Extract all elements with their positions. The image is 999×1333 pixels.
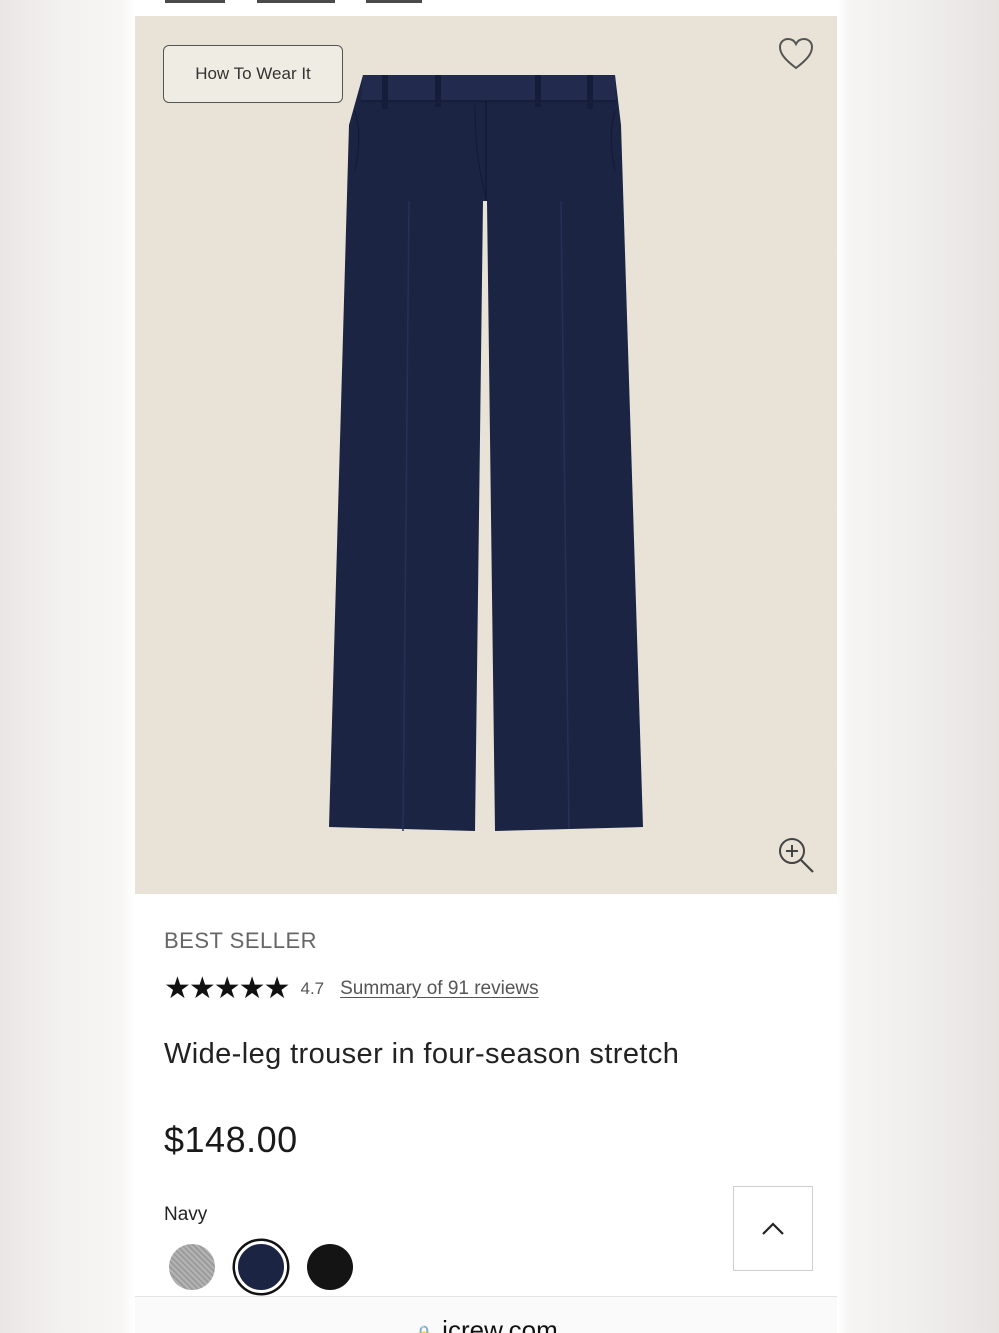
product-image[interactable]: How To Wear It <box>135 16 837 894</box>
how-to-wear-button[interactable]: How To Wear It <box>163 45 343 103</box>
product-title: Wide-leg trouser in four-season stretch <box>164 1038 680 1070</box>
tab-indicator-1[interactable] <box>165 0 225 3</box>
heart-icon[interactable] <box>778 37 814 71</box>
product-price: $148.00 <box>164 1119 298 1160</box>
selected-color-label: Navy <box>164 1204 208 1225</box>
tab-indicator-2[interactable] <box>257 0 335 3</box>
zoom-in-icon[interactable] <box>776 835 816 875</box>
url-text: jcrew.com <box>442 1315 558 1333</box>
product-page: How To Wear It BEST SELLER ★★★★★ 4.7 Sum… <box>135 0 837 1333</box>
scroll-to-top-button[interactable] <box>733 1186 813 1271</box>
tab-indicator-3[interactable] <box>366 0 422 3</box>
browser-address-bar[interactable]: 🔒 jcrew.com <box>135 1296 837 1333</box>
rating-value: 4.7 <box>300 979 325 998</box>
lock-icon: 🔒 <box>414 1326 434 1333</box>
trouser-image <box>329 75 643 832</box>
reviews-summary-link[interactable]: Summary of 91 reviews <box>340 978 539 1000</box>
color-swatch-black[interactable] <box>307 1244 353 1290</box>
color-swatch-navy[interactable] <box>235 1241 287 1293</box>
color-swatch-grey[interactable] <box>169 1244 215 1290</box>
rating-row: ★★★★★ 4.7 Summary of 91 reviews <box>164 974 539 1004</box>
best-seller-badge: BEST SELLER <box>164 928 318 953</box>
chevron-up-icon <box>762 1221 784 1235</box>
url-display: 🔒 jcrew.com <box>135 1315 837 1333</box>
top-tab-bar <box>135 0 837 16</box>
star-rating: ★★★★★ <box>164 971 290 1006</box>
